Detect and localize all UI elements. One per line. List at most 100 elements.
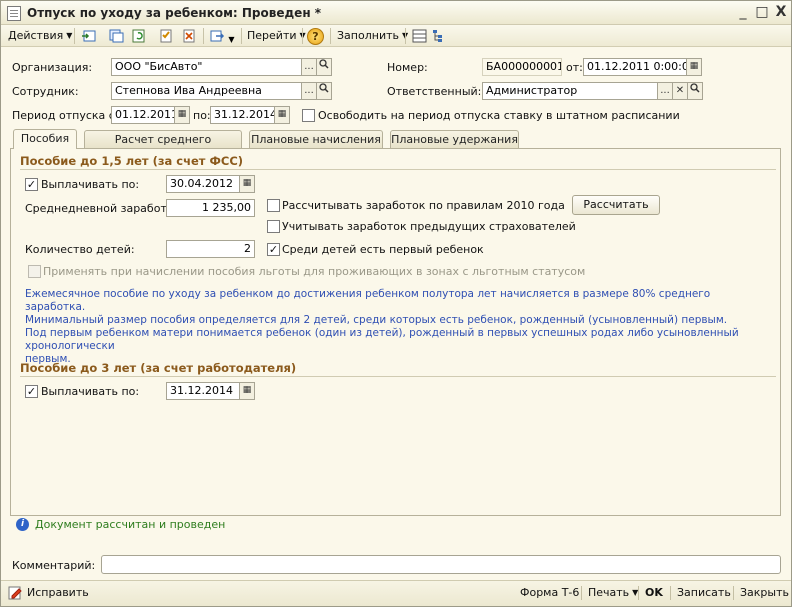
calculate-button[interactable]: Рассчитать: [572, 195, 660, 215]
release-rate-label: Освободить на период отпуска ставку в шт…: [318, 109, 680, 122]
toolbar-separator: [330, 28, 331, 44]
first-child-label: Среди детей есть первый ребенок: [282, 243, 484, 256]
period-to-label: по:: [193, 109, 211, 122]
unpost-document-icon[interactable]: [180, 28, 198, 45]
avg-earnings-label: Среднедневной заработок:: [25, 202, 184, 215]
release-rate-checkbox[interactable]: [302, 109, 315, 122]
tab-benefits[interactable]: Пособия: [13, 129, 77, 149]
prev-employers-checkbox[interactable]: [267, 220, 280, 233]
calendar-icon[interactable]: ▦: [686, 58, 702, 76]
based-on-icon[interactable]: ▼: [208, 28, 236, 45]
fix-icon[interactable]: [8, 586, 24, 601]
document-icon: [7, 6, 21, 21]
print-menu[interactable]: Печать ▼: [588, 586, 638, 599]
clear-icon[interactable]: ✕: [672, 82, 688, 100]
window-title: Отпуск по уходу за ребенком: Проведен *: [27, 6, 322, 20]
document-window: Отпуск по уходу за ребенком: Проведен * …: [0, 0, 792, 607]
toolbar-separator: [203, 28, 204, 44]
first-child-checkbox[interactable]: ✓: [267, 243, 280, 256]
actions-menu[interactable]: Действия ▼: [8, 28, 72, 45]
goto-menu[interactable]: Перейти▼: [247, 28, 306, 45]
employee-select-button[interactable]: ...: [301, 82, 317, 100]
close-button[interactable]: Закрыть: [740, 586, 789, 599]
pay-until-15-field[interactable]: 30.04.2012: [166, 175, 240, 193]
calendar-icon[interactable]: ▦: [239, 382, 255, 400]
bottom-separator: [670, 586, 671, 600]
children-count-field[interactable]: 2: [166, 240, 255, 258]
ok-button[interactable]: OK: [645, 586, 663, 599]
organization-field[interactable]: ООО "БисАвто": [111, 58, 302, 76]
toolbar-separator: [405, 28, 406, 44]
tab-average-earnings[interactable]: Расчет среднего заработка: [84, 130, 242, 163]
calendar-icon[interactable]: ▦: [274, 106, 290, 124]
toolbar: Действия▼ ▼ Перейти▼ ? Заполнить▼: [1, 25, 791, 47]
employee-field[interactable]: Степнова Ива Андреевна: [111, 82, 302, 100]
pay-until-3-checkbox[interactable]: ✓: [25, 385, 38, 398]
search-icon[interactable]: [316, 82, 332, 100]
section-title-benefit-15: Пособие до 1,5 лет (за счет ФСС): [20, 154, 244, 168]
checkmark-icon: ✓: [26, 385, 37, 398]
pay-until-15-checkbox[interactable]: ✓: [25, 178, 38, 191]
help-icon[interactable]: ?: [307, 28, 324, 45]
bottom-separator: [581, 586, 582, 600]
calendar-icon[interactable]: ▦: [239, 175, 255, 193]
period-from-field[interactable]: 01.12.2011: [111, 106, 175, 124]
form-t6-button[interactable]: Форма Т-6: [520, 586, 579, 599]
close-window-button[interactable]: X: [772, 4, 790, 21]
structure-icon[interactable]: [431, 28, 449, 45]
section-title-benefit-3: Пособие до 3 лет (за счет работодателя): [20, 361, 297, 375]
minimize-button[interactable]: _: [734, 4, 752, 21]
period-to-field[interactable]: 31.12.2014: [210, 106, 275, 124]
title-bar: Отпуск по уходу за ребенком: Проведен * …: [1, 1, 791, 25]
search-icon[interactable]: [316, 58, 332, 76]
copy-icon[interactable]: [107, 28, 125, 45]
number-field[interactable]: БА000000001: [482, 58, 562, 76]
children-count-label: Количество детей:: [25, 243, 135, 256]
calc-2010-label: Рассчитывать заработок по правилам 2010 …: [282, 199, 565, 212]
organization-select-button[interactable]: ...: [301, 58, 317, 76]
responsible-label: Ответственный:: [387, 85, 482, 98]
checkmark-icon: ✓: [268, 243, 279, 256]
responsible-field[interactable]: Администратор: [482, 82, 658, 100]
comment-field[interactable]: [101, 555, 781, 574]
period-label: Период отпуска с:: [12, 109, 119, 122]
refresh-icon[interactable]: [130, 28, 148, 45]
tab-planned-deductions[interactable]: Плановые удержания: [390, 130, 519, 149]
info-line: Ежемесячное пособие по уходу за ребенком…: [25, 288, 711, 313]
privilege-checkbox[interactable]: [28, 265, 41, 278]
search-icon[interactable]: [687, 82, 703, 100]
fill-menu-label: Заполнить: [337, 29, 399, 42]
bottom-separator: [638, 586, 639, 600]
avg-earnings-field[interactable]: 1 235,00: [166, 199, 255, 217]
benefit-info-text: Ежемесячное пособие по уходу за ребенком…: [25, 288, 770, 366]
calc-2010-checkbox[interactable]: [267, 199, 280, 212]
actions-menu-label: Действия: [8, 29, 64, 42]
status-message: Документ рассчитан и проведен: [35, 518, 226, 531]
dropdown-arrow-icon: ▼: [66, 31, 73, 40]
tab-planned-accruals[interactable]: Плановые начисления: [249, 130, 383, 149]
privilege-label: Применять при начислении пособия льготы …: [43, 265, 586, 278]
pay-until-3-field[interactable]: 31.12.2014: [166, 382, 240, 400]
post-document-icon[interactable]: [157, 28, 175, 45]
toolbar-separator: [241, 28, 242, 44]
bottom-bar: Исправить Форма Т-6 Печать ▼ OK Записать …: [1, 580, 791, 606]
add-icon[interactable]: [80, 28, 98, 45]
date-from-label: от:: [566, 61, 583, 74]
print-menu-label: Печать: [588, 586, 630, 599]
info-line: Под первым ребенком матери понимается ре…: [25, 327, 739, 352]
save-button[interactable]: Записать: [677, 586, 731, 599]
goto-menu-label: Перейти: [247, 29, 297, 42]
info-line: Минимальный размер пособия определяется …: [25, 314, 728, 326]
pay-until-15-label: Выплачивать по:: [41, 178, 140, 191]
prev-employers-label: Учитывать заработок предыдущих страховат…: [282, 220, 576, 233]
table-settings-icon[interactable]: [411, 28, 429, 45]
maximize-button[interactable]: □: [753, 4, 771, 21]
fix-button[interactable]: Исправить: [27, 586, 89, 599]
document-date-field[interactable]: 01.12.2011 0:00:00: [583, 58, 687, 76]
fill-menu[interactable]: Заполнить▼: [337, 28, 408, 45]
calendar-icon[interactable]: ▦: [174, 106, 190, 124]
responsible-select-button[interactable]: ...: [657, 82, 673, 100]
organization-label: Организация:: [12, 61, 93, 74]
employee-label: Сотрудник:: [12, 85, 79, 98]
comment-label: Комментарий:: [12, 559, 96, 572]
